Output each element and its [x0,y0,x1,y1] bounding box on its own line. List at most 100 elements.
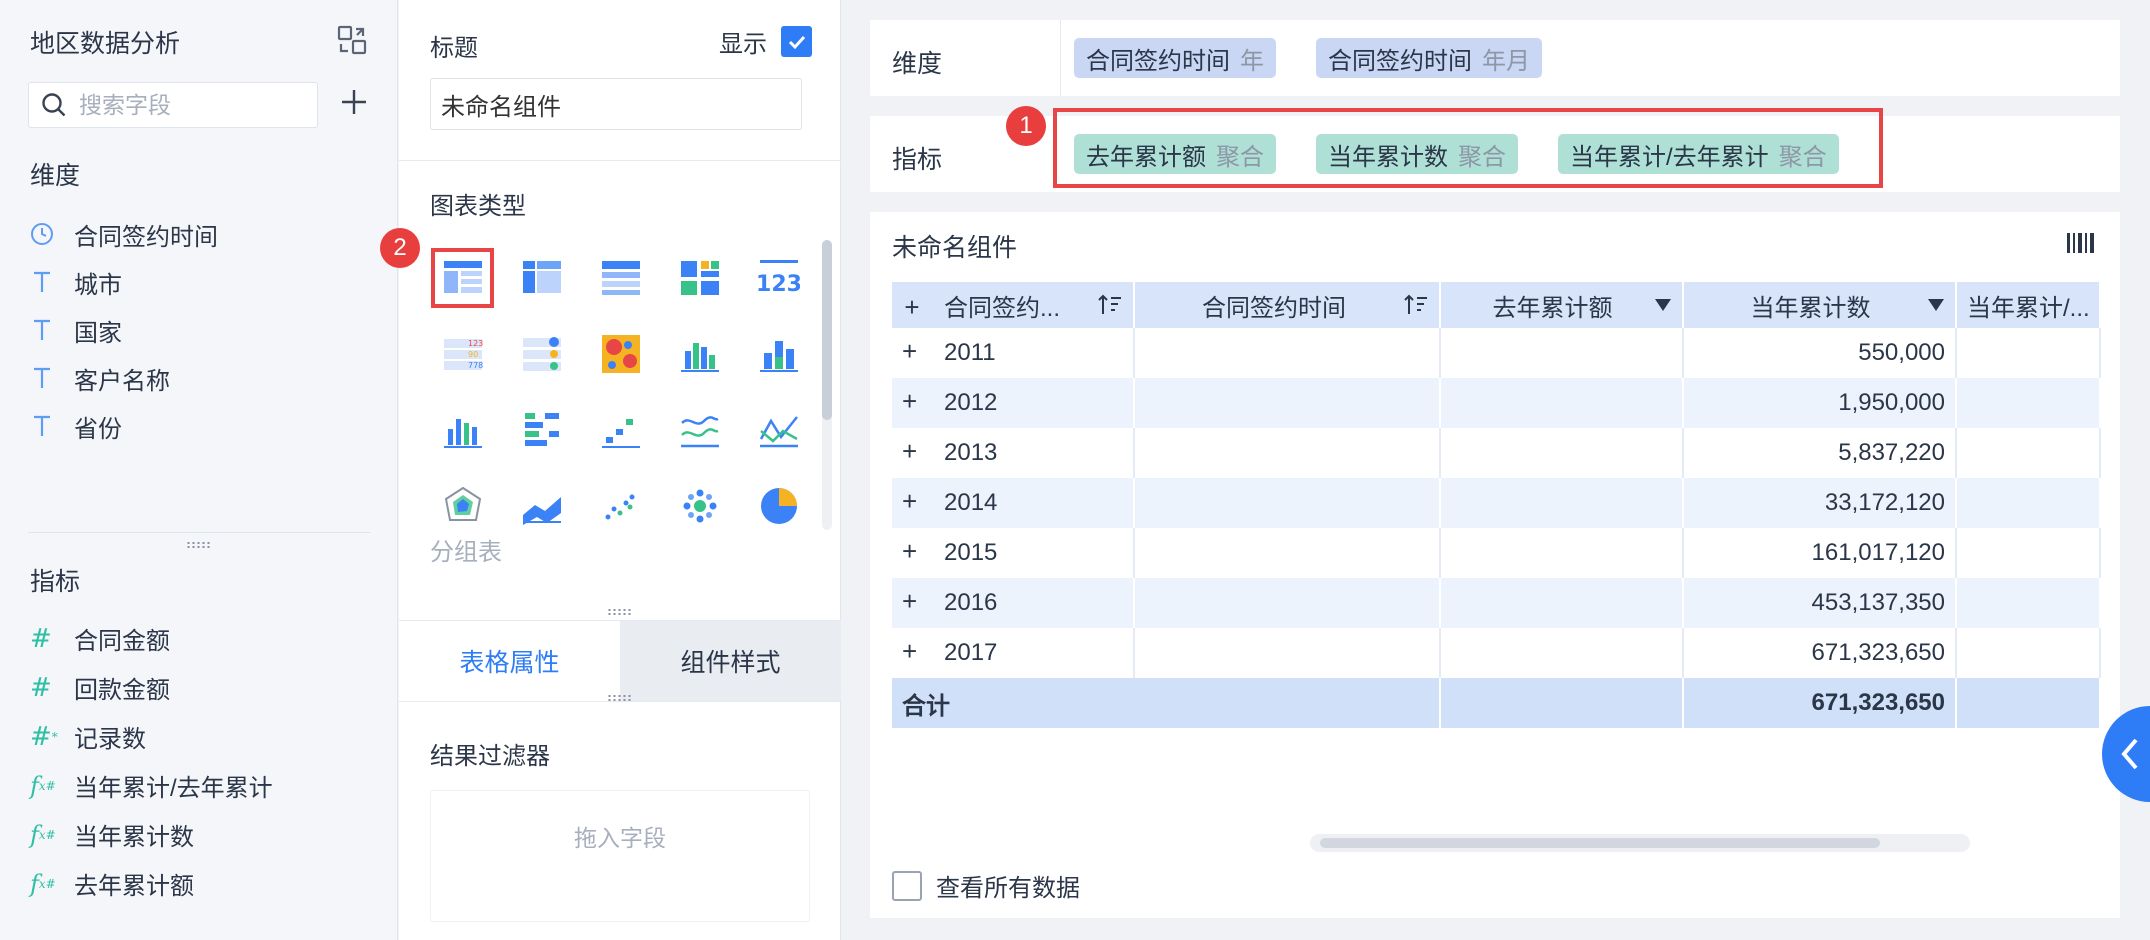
tab-table-properties[interactable]: 表格属性 [399,621,620,701]
add-field-icon[interactable] [338,86,370,118]
barcode-icon[interactable] [2066,230,2096,256]
show-title-checkbox[interactable] [781,26,812,57]
table-cell [1956,678,2101,728]
dimension-pill-year[interactable]: 合同签约时间年 [1074,38,1276,78]
expand-row-icon[interactable]: + [902,538,922,564]
view-all-data-toggle[interactable]: 查看所有数据 [892,868,1080,903]
expand-row-icon[interactable]: + [902,388,922,414]
chart-type-text-kpi[interactable]: 123 90 778 [423,316,502,392]
highlight-box [1053,108,1883,188]
chart-type-bar[interactable] [502,392,581,468]
expand-row-icon[interactable]: + [902,638,922,664]
sort-ascending-icon[interactable] [1403,293,1429,317]
progress-kpi-icon [522,337,561,371]
switch-dataset-icon[interactable] [336,24,368,56]
sort-ascending-icon[interactable] [1097,293,1123,317]
formula-icon: f x# [30,771,56,800]
field-label: 记录数 [74,726,146,753]
svg-text:123: 123 [468,339,483,348]
dimension-field-item[interactable]: 城市 [30,258,218,306]
filter-drop-zone[interactable]: 拖入字段 [430,790,810,922]
chart-type-grouped-bar[interactable] [660,316,739,392]
search-icon [42,93,66,117]
chart-type-waterfall[interactable] [581,392,660,468]
chart-type-group-table[interactable] [423,240,502,316]
grouped-bar-icon [680,343,719,372]
pill-aggregation: 年月 [1482,47,1530,75]
chart-type-cross-table[interactable] [502,240,581,316]
result-filter-label: 结果过滤器 [430,743,550,770]
chart-type-combo[interactable] [739,392,818,468]
table-cell [1956,528,2101,578]
chart-type-detail-table[interactable] [581,240,660,316]
column-header[interactable]: 合同签约时间 [1134,282,1441,328]
widget-title-input[interactable] [430,78,802,130]
chart-type-heatmap[interactable] [581,316,660,392]
dimension-pill-year-month[interactable]: 合同签约时间 年月 [1316,38,1542,78]
svg-text:90: 90 [468,350,478,359]
chart-type-column[interactable] [423,392,502,468]
chart-type-scatter[interactable] [581,468,660,544]
area-chart-icon [522,497,561,525]
dimension-field-item[interactable]: 省份 [30,402,218,450]
dimension-field-item[interactable]: 国家 [30,306,218,354]
metric-field-item[interactable]: # 回款金额 [30,663,273,712]
column-header[interactable]: + 合同签约... [892,282,1135,328]
show-title-toggle[interactable]: 显示 [719,24,812,59]
table-row: +2017 671,323,650 [892,628,2101,678]
expand-row-icon[interactable]: + [902,588,922,614]
expand-row-icon[interactable]: + [902,338,922,364]
scrollbar-thumb[interactable] [1320,838,1880,848]
metric-field-item[interactable]: f x# 去年累计额 [30,859,273,908]
year-value: 2017 [944,639,998,666]
chart-type-pie[interactable] [739,468,818,544]
chart-type-kpi[interactable]: 123 [739,240,818,316]
dimension-field-item[interactable]: 合同签约时间 [30,210,218,258]
dropdown-caret-icon[interactable] [1654,298,1672,312]
chart-type-stacked-bar[interactable] [739,316,818,392]
metric-field-item[interactable]: f x# 当年累计数 [30,810,273,859]
current-year-cell: 453,137,350 [1683,578,1957,628]
expand-row-icon[interactable]: + [902,438,922,464]
chart-type-line[interactable] [660,392,739,468]
dimension-field-item[interactable]: 客户名称 [30,354,218,402]
year-cell: +2013 [892,428,1135,478]
title-label: 标题 [430,35,478,62]
column-header[interactable]: 当年累计数 [1683,282,1957,328]
year-value: 2013 [944,439,998,466]
chart-type-scrollbar[interactable] [822,240,832,530]
resize-handle[interactable] [186,541,212,549]
shelf-divider [1060,20,1061,96]
resize-handle[interactable] [607,608,633,616]
column-header[interactable]: 去年累计额 [1440,282,1684,328]
view-all-checkbox[interactable] [892,870,922,901]
table-row: +2013 5,837,220 [892,428,2101,478]
dimension-shelf[interactable]: 维度 合同签约时间年 合同签约时间 年月 [870,20,2120,96]
chart-type-progress-kpi[interactable] [502,316,581,392]
current-year-cell: 550,000 [1683,328,1957,378]
table-cell [1440,678,1684,728]
scrollbar-thumb[interactable] [822,240,832,420]
pill-name: 合同签约时间 [1328,47,1472,75]
resize-handle[interactable] [607,694,633,702]
year-value: 2011 [944,339,996,366]
field-label: 去年累计额 [74,873,194,900]
current-year-cell: 1,950,000 [1683,378,1957,428]
metric-field-item[interactable]: # 合同金额 [30,614,273,663]
column-header[interactable]: 当年累计/... [1956,282,2101,328]
expand-row-icon[interactable]: + [902,488,922,514]
table-row: +2016 453,137,350 [892,578,2101,628]
tab-widget-style[interactable]: 组件样式 [620,621,841,701]
field-search[interactable] [28,82,318,128]
scatter-chart-icon [605,494,634,520]
chart-type-bubble[interactable] [660,468,739,544]
dropdown-caret-icon[interactable] [1927,298,1945,312]
metric-field-item[interactable]: f x# 当年累计/去年累计 [30,761,273,810]
search-input[interactable] [79,91,299,119]
horizontal-scrollbar[interactable] [1310,834,1970,852]
expand-all-icon[interactable]: + [902,294,922,320]
chart-type-color-table[interactable] [660,240,739,316]
metric-field-item[interactable]: # * 记录数 [30,712,273,761]
chart-type-area[interactable] [502,468,581,544]
table-cell [1134,478,1441,528]
